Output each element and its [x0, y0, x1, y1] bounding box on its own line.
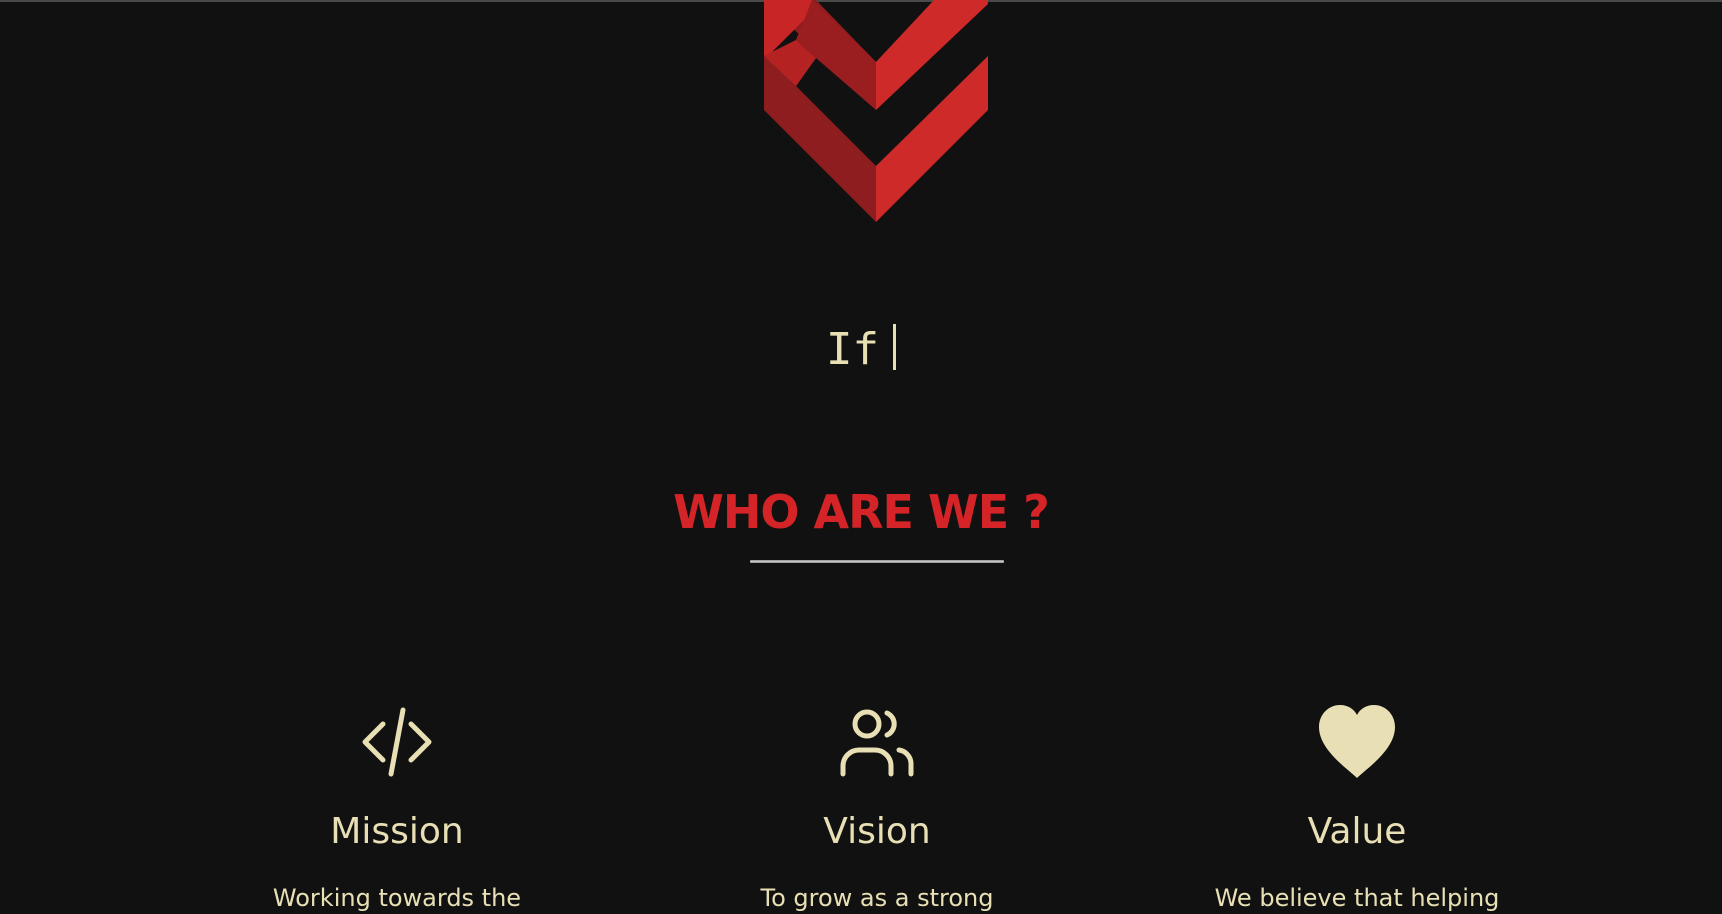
value-card: Value We believe that helping: [1117, 704, 1597, 914]
section-title-underline: [750, 560, 1004, 563]
heart-icon: [1117, 704, 1597, 780]
brand-logo: [764, 0, 988, 222]
mission-text: Working towards the: [272, 884, 522, 912]
typing-cursor: [892, 324, 896, 370]
vision-text: To grow as a strong: [760, 884, 994, 912]
typing-text: If: [826, 324, 879, 375]
value-title: Value: [1307, 811, 1407, 852]
vision-card: Vision To grow as a strong: [637, 704, 1117, 914]
section-title: WHO ARE WE ?: [673, 485, 1050, 539]
mission-card: Mission Working towards the: [157, 704, 637, 914]
value-text: We believe that helping: [1214, 884, 1500, 912]
users-icon: [637, 704, 1117, 780]
vision-title: Vision: [823, 811, 931, 852]
mission-title: Mission: [330, 811, 464, 852]
typing-headline: If: [0, 322, 1722, 378]
code-icon: [157, 704, 637, 780]
